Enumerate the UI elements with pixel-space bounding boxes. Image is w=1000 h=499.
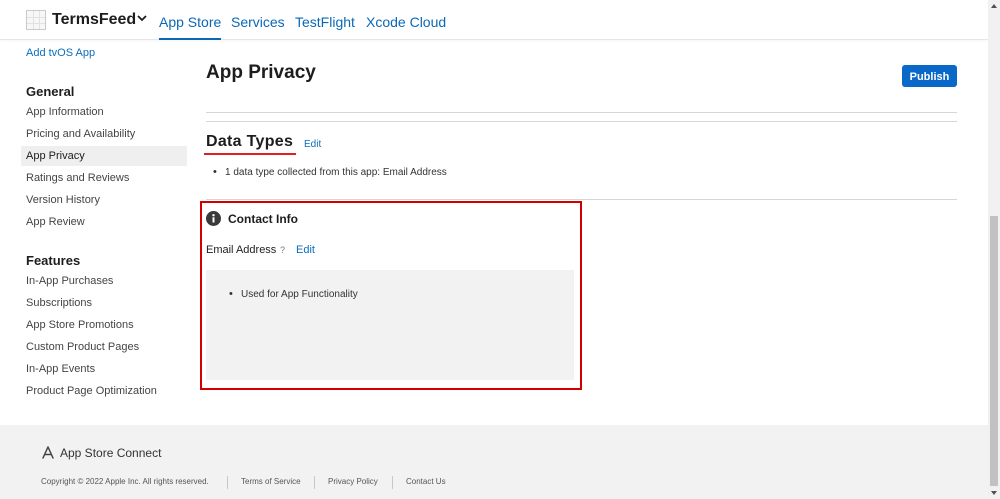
divider — [206, 121, 957, 122]
tab-xcode-cloud[interactable]: Xcode Cloud — [366, 14, 446, 30]
divider — [206, 199, 957, 200]
page-title: App Privacy — [206, 62, 316, 83]
email-address-label: Email Address — [206, 244, 277, 256]
contact-info-title: Contact Info — [228, 212, 298, 226]
email-edit-link[interactable]: Edit — [296, 244, 315, 256]
divider — [206, 112, 957, 113]
scroll-down-arrow-icon[interactable] — [990, 489, 998, 497]
tab-app-store[interactable]: App Store — [159, 14, 222, 40]
terms-of-service-link[interactable]: Terms of Service — [241, 477, 301, 486]
copyright-text: Copyright © 2022 Apple Inc. All rights r… — [41, 477, 209, 486]
sidebar-item-in-app-purchases[interactable]: In-App Purchases — [21, 271, 187, 291]
team-logo-icon[interactable] — [26, 10, 46, 30]
sidebar-item-in-app-events[interactable]: In-App Events — [21, 359, 187, 379]
publish-button[interactable]: Publish — [902, 65, 957, 87]
usage-panel: Used for App Functionality — [206, 270, 574, 380]
tab-testflight[interactable]: TestFlight — [295, 14, 355, 30]
sidebar-item-version-history[interactable]: Version History — [21, 190, 187, 210]
usage-item: Used for App Functionality — [229, 288, 358, 300]
footer-brand: App Store Connect — [60, 446, 162, 460]
help-icon[interactable]: ? — [280, 245, 285, 255]
tab-services[interactable]: Services — [231, 14, 285, 30]
sidebar-item-product-page-optimization[interactable]: Product Page Optimization — [21, 381, 187, 401]
chevron-down-icon[interactable] — [136, 12, 148, 24]
footer — [0, 425, 988, 499]
footer-separator — [314, 476, 315, 489]
annotation-underline — [204, 153, 296, 155]
scrollbar-thumb[interactable] — [990, 216, 998, 486]
sidebar-heading-general: General — [26, 84, 75, 99]
add-tvos-app-link[interactable]: Add tvOS App — [26, 47, 95, 59]
privacy-policy-link[interactable]: Privacy Policy — [328, 477, 378, 486]
sidebar-item-app-information[interactable]: App Information — [21, 102, 187, 122]
info-icon — [206, 211, 221, 226]
sidebar-item-app-privacy[interactable]: App Privacy — [21, 146, 187, 166]
data-types-title: Data Types — [206, 133, 294, 150]
footer-separator — [392, 476, 393, 489]
app-store-connect-icon — [42, 446, 54, 459]
footer-separator — [227, 476, 228, 489]
sidebar-item-pricing-availability[interactable]: Pricing and Availability — [21, 124, 187, 144]
contact-us-link[interactable]: Contact Us — [406, 477, 446, 486]
data-types-edit-link[interactable]: Edit — [304, 139, 321, 150]
sidebar-item-app-store-promotions[interactable]: App Store Promotions — [21, 315, 187, 335]
sidebar-heading-features: Features — [26, 253, 81, 268]
sidebar-item-ratings-reviews[interactable]: Ratings and Reviews — [21, 168, 187, 188]
sidebar-item-app-review[interactable]: App Review — [21, 212, 187, 232]
scroll-up-arrow-icon[interactable] — [990, 2, 998, 10]
sidebar-item-custom-product-pages[interactable]: Custom Product Pages — [21, 337, 187, 357]
top-nav-bar: TermsFeed App Store Services TestFlight … — [0, 0, 988, 40]
data-types-summary: 1 data type collected from this app: Ema… — [213, 166, 447, 178]
team-name[interactable]: TermsFeed — [52, 11, 136, 29]
sidebar-item-subscriptions[interactable]: Subscriptions — [21, 293, 187, 313]
